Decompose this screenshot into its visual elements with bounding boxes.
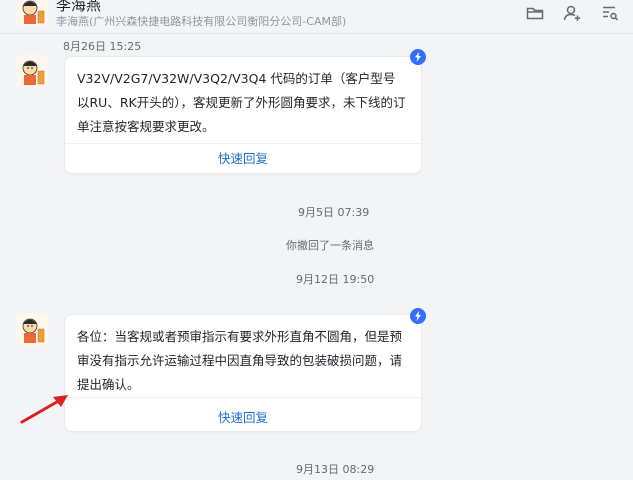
settings-list-icon[interactable] (600, 3, 620, 23)
message-timestamp: 8月26日 15:25 (63, 40, 142, 53)
card-divider (65, 143, 421, 144)
quick-reply-button[interactable]: 快速回复 (65, 148, 421, 167)
contact-avatar[interactable] (16, 0, 48, 26)
lightning-icon (410, 49, 426, 65)
sender-avatar[interactable] (16, 55, 48, 87)
annotation-arrow-icon (20, 395, 68, 424)
contact-organization: 李海燕(广州兴森快捷电路科技有限公司衡阳分公司-CAM部) (56, 15, 347, 28)
add-user-icon[interactable] (562, 3, 582, 23)
message-text: 各位：当客规或者预审指示有要求外形直角不圆角，但是预审没有指示允许运输过程中因直… (77, 329, 403, 392)
message-text: V32V/V2G7/V32W/V3Q2/V3Q4 代码的订单（客户型号以RU、R… (77, 71, 406, 134)
chat-header: 李海燕 李海燕(广州兴森快捷电路科技有限公司衡阳分公司-CAM部) (0, 0, 633, 34)
folder-icon[interactable] (525, 3, 545, 23)
system-timestamp: 9月5日 07:39 (298, 206, 370, 219)
recalled-message-notice: 你撤回了一条消息 (286, 239, 374, 252)
message-card: 各位：当客规或者预审指示有要求外形直角不圆角，但是预审没有指示允许运输过程中因直… (64, 314, 422, 432)
message-timestamp: 9月12日 19:50 (296, 273, 375, 286)
quick-reply-button[interactable]: 快速回复 (65, 407, 421, 426)
lightning-icon (410, 308, 426, 324)
sender-avatar[interactable] (16, 313, 48, 345)
card-divider (65, 397, 421, 398)
system-timestamp: 9月13日 08:29 (296, 463, 375, 476)
message-card: V32V/V2G7/V32W/V3Q2/V3Q4 代码的订单（客户型号以RU、R… (64, 56, 422, 174)
